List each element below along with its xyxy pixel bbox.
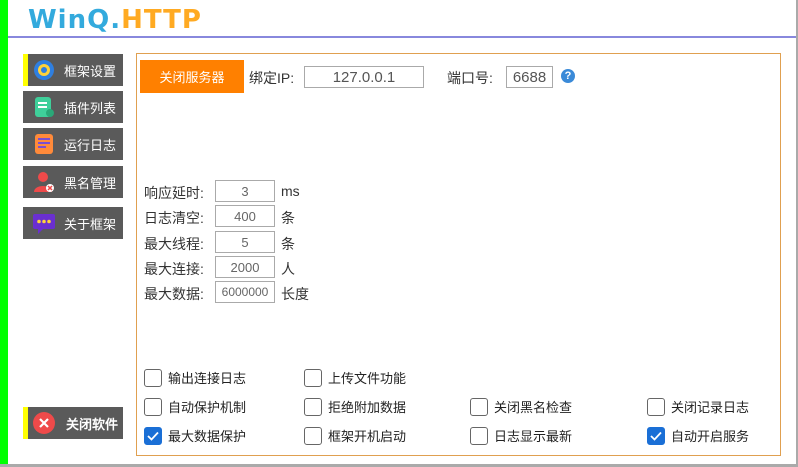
sidebar-item-plugin-list[interactable]: 插件列表 xyxy=(23,91,123,123)
sidebar-item-label: 框架设置 xyxy=(64,63,117,79)
sidebar-item-label: 插件列表 xyxy=(64,100,117,116)
option-log-show-latest[interactable]: 日志显示最新 xyxy=(470,426,572,445)
option-output-connection-log[interactable]: 输出连接日志 xyxy=(144,368,246,387)
option-start-on-boot[interactable]: 框架开机启动 xyxy=(304,426,406,445)
option-auto-start-service[interactable]: 自动开启服务 xyxy=(647,426,749,445)
checkbox-checked-icon xyxy=(144,426,162,445)
sidebar-item-label: 关于框架 xyxy=(64,216,117,232)
close-icon xyxy=(31,410,57,436)
title-bar: WinQ.HTTP xyxy=(8,0,796,38)
sidebar-item-label: 运行日志 xyxy=(64,137,117,153)
option-reject-extra-data[interactable]: 拒绝附加数据 xyxy=(304,397,406,416)
option-label: 自动开启服务 xyxy=(671,429,750,444)
app-logo: WinQ.HTTP xyxy=(28,5,202,35)
bind-ip-input[interactable] xyxy=(304,66,424,88)
user-block-icon xyxy=(31,169,57,195)
max-threads-unit: 条 xyxy=(281,236,295,252)
settings-panel xyxy=(136,53,781,456)
chat-icon xyxy=(31,210,57,236)
log-clear-input[interactable] xyxy=(215,205,275,227)
response-delay-unit: ms xyxy=(281,183,300,199)
document-icon xyxy=(31,94,57,120)
option-label: 最大数据保护 xyxy=(168,429,247,444)
log-icon xyxy=(31,131,57,157)
max-data-unit: 长度 xyxy=(281,286,309,302)
exit-label: 关闭软件 xyxy=(66,416,119,432)
sidebar-item-blacklist[interactable]: 黑名管理 xyxy=(23,166,123,198)
window-left-border xyxy=(0,0,8,467)
max-threads-input[interactable] xyxy=(215,231,275,253)
log-clear-unit: 条 xyxy=(281,210,295,226)
option-label: 日志显示最新 xyxy=(494,429,573,444)
checkbox-icon xyxy=(647,397,665,416)
option-auto-protect[interactable]: 自动保护机制 xyxy=(144,397,246,416)
option-label: 关闭记录日志 xyxy=(671,400,750,415)
checkbox-icon xyxy=(304,368,322,387)
help-icon[interactable]: ? xyxy=(561,69,575,83)
option-label: 自动保护机制 xyxy=(168,400,247,415)
max-data-label: 最大数据: xyxy=(144,286,204,302)
checkbox-icon xyxy=(304,426,322,445)
response-delay-input[interactable] xyxy=(215,180,275,202)
option-label: 输出连接日志 xyxy=(168,371,247,386)
max-threads-label: 最大线程: xyxy=(144,236,204,252)
option-label: 框架开机启动 xyxy=(328,429,407,444)
checkbox-icon xyxy=(470,426,488,445)
gear-icon xyxy=(31,57,57,83)
option-upload-file[interactable]: 上传文件功能 xyxy=(304,368,406,387)
port-input[interactable] xyxy=(506,66,553,88)
exit-button[interactable]: 关闭软件 xyxy=(23,407,123,439)
option-label: 上传文件功能 xyxy=(328,371,407,386)
max-connections-input[interactable] xyxy=(215,256,275,278)
max-connections-unit: 人 xyxy=(281,261,295,277)
checkbox-checked-icon xyxy=(647,426,665,445)
stop-server-button[interactable]: 关闭服务器 xyxy=(140,60,244,93)
option-disable-blacklist-check[interactable]: 关闭黑名检查 xyxy=(470,397,572,416)
checkbox-icon xyxy=(144,397,162,416)
log-clear-label: 日志清空: xyxy=(144,210,204,226)
option-label: 关闭黑名检查 xyxy=(494,400,573,415)
checkbox-icon xyxy=(304,397,322,416)
sidebar-item-frame-settings[interactable]: 框架设置 xyxy=(23,54,123,86)
checkbox-icon xyxy=(470,397,488,416)
port-label: 端口号: xyxy=(447,70,493,86)
response-delay-label: 响应延时: xyxy=(144,185,204,201)
sidebar-item-run-log[interactable]: 运行日志 xyxy=(23,128,123,160)
bind-ip-label: 绑定IP: xyxy=(249,70,295,86)
checkbox-icon xyxy=(144,368,162,387)
max-data-input[interactable] xyxy=(215,281,275,303)
sidebar-item-label: 黑名管理 xyxy=(64,175,117,191)
max-connections-label: 最大连接: xyxy=(144,261,204,277)
option-disable-logging[interactable]: 关闭记录日志 xyxy=(647,397,749,416)
option-label: 拒绝附加数据 xyxy=(328,400,407,415)
option-max-data-protect[interactable]: 最大数据保护 xyxy=(144,426,246,445)
sidebar-item-about[interactable]: 关于框架 xyxy=(23,207,123,239)
